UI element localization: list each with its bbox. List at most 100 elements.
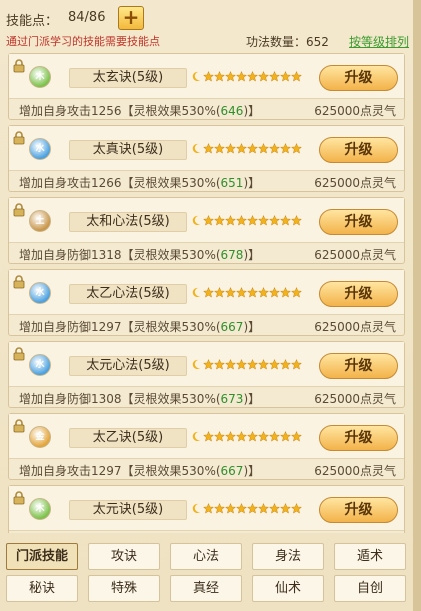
upgrade-button[interactable]: 升级 bbox=[319, 209, 398, 235]
upgrade-cost: 625000点灵气 bbox=[314, 392, 396, 406]
element-label: 水 bbox=[35, 144, 45, 154]
sort-by-level-link[interactable]: 按等级排列 bbox=[349, 33, 409, 50]
element-orb-icon: 金 bbox=[29, 426, 51, 448]
element-orb-icon: 木 bbox=[29, 498, 51, 520]
element-orb-icon: 木 bbox=[29, 66, 51, 88]
skill-effect-value: 667 bbox=[220, 464, 244, 478]
skill-card: 水 太元心法(5级) 升级增加自身防御1308【灵根效果530%(673)】 6250… bbox=[8, 341, 405, 408]
upgrade-cost: 625000点灵气 bbox=[314, 248, 396, 262]
upgrade-button[interactable]: 升级 bbox=[319, 497, 398, 523]
skill-effect-text: 增加自身防御1318【灵根效果530%( bbox=[19, 248, 221, 262]
tab-1[interactable]: 门派技能 bbox=[6, 543, 78, 570]
element-label: 土 bbox=[35, 216, 45, 226]
star-rating bbox=[192, 501, 302, 519]
skill-panel: 技能点： 84/86 + 通过门派学习的技能需要技能点 功法数量：652 按等级… bbox=[0, 0, 421, 611]
skill-name: 太真诀(5级) bbox=[69, 140, 187, 160]
tab-7[interactable]: 特殊 bbox=[88, 575, 160, 602]
upgrade-button[interactable]: 升级 bbox=[319, 65, 398, 91]
star-rating bbox=[192, 429, 302, 447]
skill-points-value: 84/86 bbox=[68, 10, 106, 25]
skill-effect-text: 增加自身攻击1297【灵根效果530%( bbox=[19, 464, 221, 478]
lock-icon bbox=[13, 274, 28, 289]
skill-card: 木 太元诀(5级) 升级 bbox=[8, 485, 405, 533]
skill-effect-value: 678 bbox=[220, 248, 244, 262]
add-skill-points-button[interactable]: + bbox=[118, 6, 144, 30]
skill-effect-suffix: )】 bbox=[243, 392, 261, 406]
element-orb-icon: 水 bbox=[29, 282, 51, 304]
skill-card: 木 太玄诀(5级) 升级增加自身攻击1256【灵根效果530%(646)】 62500… bbox=[8, 53, 405, 120]
skill-card-header: 木 太玄诀(5级) 升级 bbox=[9, 54, 404, 99]
skill-count: 功法数量：652 bbox=[246, 35, 329, 49]
skill-card: 水 太乙心法(5级) 升级增加自身防御1297【灵根效果530%(667)】 6250… bbox=[8, 269, 405, 336]
tab-4[interactable]: 身法 bbox=[252, 543, 324, 570]
upgrade-cost: 625000点灵气 bbox=[314, 320, 396, 334]
upgrade-button[interactable]: 升级 bbox=[319, 425, 398, 451]
panel-header: 技能点： 84/86 + 通过门派学习的技能需要技能点 功法数量：652 按等级… bbox=[6, 6, 411, 50]
skill-list[interactable]: 木太玄诀(5级) 升级 增加自身攻击1256【灵根效果530%(646)】 62500… bbox=[8, 53, 405, 533]
tab-8[interactable]: 真经 bbox=[170, 575, 242, 602]
element-orb-icon: 水 bbox=[29, 138, 51, 160]
skill-card-header: 金 太乙诀(5级) 升级 bbox=[9, 414, 404, 459]
element-orb-icon: 土 bbox=[29, 210, 51, 232]
tab-10[interactable]: 自创 bbox=[334, 575, 406, 602]
lock-icon bbox=[13, 346, 28, 361]
tab-3[interactable]: 心法 bbox=[170, 543, 242, 570]
tab-9[interactable]: 仙术 bbox=[252, 575, 324, 602]
lock-icon bbox=[13, 58, 28, 73]
element-label: 水 bbox=[35, 360, 45, 370]
skill-effect-suffix: )】 bbox=[243, 176, 261, 190]
tab-6[interactable]: 秘诀 bbox=[6, 575, 78, 602]
upgrade-cost: 625000点灵气 bbox=[314, 176, 396, 190]
star-rating bbox=[192, 141, 302, 159]
skill-description: 增加自身防御1308【灵根效果530%(673)】 bbox=[19, 390, 260, 407]
skill-name: 太玄诀(5级) bbox=[69, 68, 187, 88]
skill-effect-suffix: )】 bbox=[243, 104, 261, 118]
skill-effect-value: 667 bbox=[220, 320, 244, 334]
skill-name: 太元诀(5级) bbox=[69, 500, 187, 520]
element-label: 水 bbox=[35, 288, 45, 298]
element-label: 木 bbox=[35, 504, 45, 514]
lock-icon bbox=[13, 490, 28, 505]
skill-name: 太乙心法(5级) bbox=[69, 284, 187, 304]
skill-name: 太乙诀(5级) bbox=[69, 428, 187, 448]
skill-description: 增加自身防御1318【灵根效果530%(678)】 bbox=[19, 246, 260, 263]
skill-points-label: 技能点： bbox=[6, 14, 59, 29]
upgrade-button[interactable]: 升级 bbox=[319, 137, 398, 163]
skill-card-header: 水 太真诀(5级) 升级 bbox=[9, 126, 404, 171]
skill-points-hint: 通过门派学习的技能需要技能点 bbox=[6, 35, 160, 48]
upgrade-button[interactable]: 升级 bbox=[319, 281, 398, 307]
skill-effect-suffix: )】 bbox=[243, 248, 261, 262]
tab-5[interactable]: 遁术 bbox=[334, 543, 406, 570]
skill-effect-value: 673 bbox=[220, 392, 244, 406]
skill-description: 增加自身攻击1266【灵根效果530%(651)】 bbox=[19, 174, 260, 191]
lock-icon bbox=[13, 418, 28, 433]
upgrade-cost: 625000点灵气 bbox=[314, 104, 396, 118]
skill-card: 金 太乙诀(5级) 升级 增加自身攻击1297【灵根效果530%(667)】 62500… bbox=[8, 413, 405, 480]
element-label: 金 bbox=[35, 432, 45, 442]
tab-2[interactable]: 攻诀 bbox=[88, 543, 160, 570]
skill-effect-value: 646 bbox=[220, 104, 244, 118]
lock-icon bbox=[13, 202, 28, 217]
star-rating bbox=[192, 69, 302, 87]
star-rating bbox=[192, 213, 302, 231]
skill-name: 太和心法(5级) bbox=[69, 212, 187, 232]
element-label: 木 bbox=[35, 72, 45, 82]
skill-description: 增加自身攻击1297【灵根效果530%(667)】 bbox=[19, 462, 260, 479]
skill-name: 太元心法(5级) bbox=[69, 356, 187, 376]
skill-effect-suffix: )】 bbox=[243, 464, 261, 478]
skill-card: 水 太真诀(5级) 升级增加自身攻击1266【灵根效果530%(651)】 62500… bbox=[8, 125, 405, 192]
skill-card: 土 太和心法(5级) 升级增加自身防御1318【灵根效果530%(678)】 6250… bbox=[8, 197, 405, 264]
star-rating bbox=[192, 357, 302, 375]
skill-effect-text: 增加自身攻击1266【灵根效果530%( bbox=[19, 176, 221, 190]
lock-icon bbox=[13, 130, 28, 145]
element-orb-icon: 水 bbox=[29, 354, 51, 376]
skill-effect-text: 增加自身攻击1256【灵根效果530%( bbox=[19, 104, 221, 118]
star-rating bbox=[192, 285, 302, 303]
upgrade-button[interactable]: 升级 bbox=[319, 353, 398, 379]
skill-description: 增加自身防御1297【灵根效果530%(667)】 bbox=[19, 318, 260, 335]
skill-card-header: 水 太乙心法(5级) 升级 bbox=[9, 270, 404, 315]
skill-effect-suffix: )】 bbox=[243, 320, 261, 334]
skill-effect-text: 增加自身防御1297【灵根效果530%( bbox=[19, 320, 221, 334]
skill-card-header: 水 太元心法(5级) 升级 bbox=[9, 342, 404, 387]
category-tab-bar: 门派技能 攻诀 心法 身法 遁术秘诀 特殊 真经 仙术 自创 bbox=[4, 541, 413, 607]
